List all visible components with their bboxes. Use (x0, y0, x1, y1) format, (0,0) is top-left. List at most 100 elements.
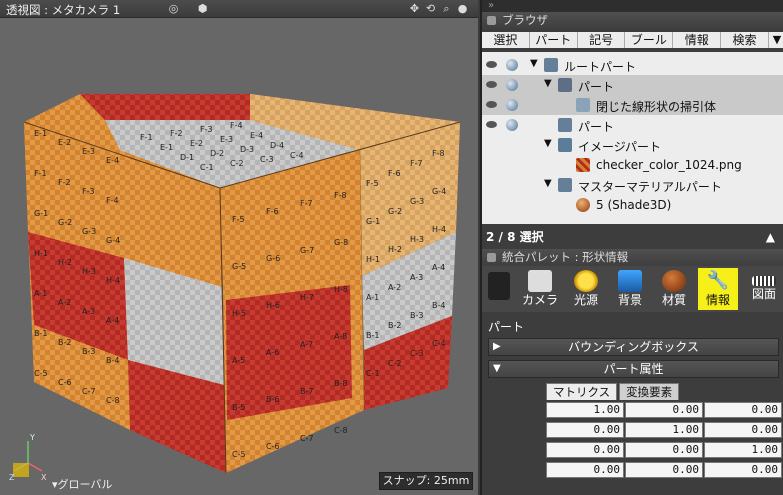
palette-header[interactable]: 統合パレット : 形状情報 (482, 249, 783, 266)
checker-label: G-2 (388, 207, 402, 216)
expand-arrow-icon[interactable]: ▼ (544, 138, 552, 149)
light-label: 光源 (573, 293, 598, 307)
tree-row-material[interactable]: 5 (Shade3D) (482, 195, 783, 215)
tabs-menu-button[interactable]: ▼ (769, 32, 783, 48)
tree-row-image[interactable]: checker_color_1024.png (482, 155, 783, 175)
checker-label: F-5 (366, 179, 379, 188)
tab-info[interactable]: 情報 (673, 32, 722, 48)
bounding-box-section[interactable]: ▶ バウンディングボックス (488, 338, 779, 356)
palette-toolbar: カメラ 光源 背景 材質 🔧 情報 図面 (482, 266, 783, 312)
matrix-cell[interactable]: 0.00 (546, 422, 624, 438)
camera-label: カメラ (521, 293, 558, 307)
sweep-icon (576, 98, 590, 112)
checker-label: A-6 (266, 348, 279, 357)
matrix-cell[interactable]: 0.00 (704, 402, 782, 418)
checker-label: C-5 (232, 450, 246, 459)
checker-label: B-3 (410, 311, 423, 320)
matrix-cell[interactable]: 0.00 (546, 442, 624, 458)
checker-label: B-3 (82, 347, 95, 356)
matrix-cell[interactable]: 1.00 (546, 402, 624, 418)
zoom-icon[interactable]: ⌕ (440, 2, 453, 15)
expand-arrow-icon[interactable]: ▼ (544, 178, 552, 189)
checker-label: G-1 (34, 209, 48, 218)
background-button[interactable]: 背景 (610, 268, 650, 310)
tree-label: 閉じた線形状の掃引体 (596, 100, 717, 114)
background-icon (618, 270, 642, 292)
rotate-icon[interactable]: ⟲ (424, 2, 437, 15)
visibility-icon[interactable] (486, 61, 497, 68)
panel-top-bar: » (482, 0, 783, 12)
visibility-icon[interactable] (486, 81, 497, 88)
matrix-cell[interactable]: 0.00 (704, 462, 782, 478)
camera-button[interactable]: カメラ (520, 268, 560, 310)
info-label: 情報 (705, 293, 730, 307)
move-icon[interactable]: ✥ (408, 2, 421, 15)
matrix-cell[interactable]: 0.00 (625, 402, 703, 418)
checker-label: C-8 (334, 426, 348, 435)
render-toggle-icon[interactable] (506, 79, 518, 91)
checker-label: G-1 (366, 217, 380, 226)
browser-header[interactable]: ブラウザ (482, 12, 783, 29)
viewport-title[interactable]: 透視図 : メタカメラ 1 (6, 2, 120, 18)
tab-select[interactable]: 選択 (482, 32, 530, 48)
perspective-viewport[interactable]: F-5 F-6 F-7 F-8 G-5 G-6 G-7 G-8 H-5 H-6 H-7 H-8 A-5 A… (0, 0, 478, 495)
tree-row-master-material[interactable]: ▼ マスターマテリアルパート (482, 175, 783, 195)
light-button[interactable]: 光源 (566, 268, 606, 310)
checker-label: E-4 (250, 131, 263, 140)
tree-row-part-2[interactable]: パート (482, 115, 783, 135)
tree-row-root[interactable]: ▼ ルートパート (482, 55, 783, 75)
target-icon[interactable]: ◎ (167, 2, 180, 15)
scroll-up-button[interactable]: ▲ (766, 227, 775, 247)
shading-icon[interactable]: ● (456, 2, 469, 15)
matrix-cell[interactable]: 1.00 (704, 442, 782, 458)
tree-label: パート (578, 120, 615, 134)
render-toggle-icon[interactable] (506, 99, 518, 111)
tab-boolean[interactable]: ブール (625, 32, 674, 48)
coordinate-system-menu[interactable]: ▾グローバル (52, 476, 112, 492)
palette-gear-icon[interactable] (487, 253, 496, 262)
render-toggle-icon[interactable] (506, 59, 518, 71)
matrix-cell[interactable]: 0.00 (625, 442, 703, 458)
part-attributes-section[interactable]: ▼ パート属性 (488, 360, 779, 378)
matrix-cell[interactable]: 1.00 (625, 422, 703, 438)
snap-indicator[interactable]: スナップ: 25mm (379, 472, 473, 490)
matrix-cell[interactable]: 0.00 (704, 422, 782, 438)
checker-label: B-1 (34, 329, 47, 338)
browser-gear-icon[interactable] (487, 16, 496, 25)
checker-label: D-3 (240, 145, 254, 154)
tree-label: マスターマテリアルパート (578, 180, 722, 194)
part-icon (544, 58, 558, 72)
checker-label: F-1 (34, 169, 47, 178)
visibility-icon[interactable] (486, 121, 497, 128)
tab-part[interactable]: パート (530, 32, 578, 48)
drawing-button[interactable]: 図面 (744, 268, 783, 310)
checker-label: F-7 (300, 199, 313, 208)
expand-arrow-icon[interactable]: ▼ (530, 58, 538, 69)
shape-info-button[interactable] (484, 268, 514, 310)
checker-label: F-4 (106, 196, 119, 205)
expand-arrow-icon[interactable]: ▼ (544, 78, 552, 89)
tab-symbol[interactable]: 記号 (578, 32, 626, 48)
tab-matrix[interactable]: マトリクス (546, 383, 618, 400)
tree-label: ルートパート (564, 60, 637, 74)
checker-label: B-4 (106, 356, 119, 365)
checker-label: F-8 (334, 191, 347, 200)
tree-row-part[interactable]: ▼ パート (482, 75, 783, 95)
render-toggle-icon[interactable] (506, 119, 518, 131)
checker-label: B-5 (232, 403, 245, 412)
tree-row-sweep[interactable]: 閉じた線形状の掃引体 (482, 95, 783, 115)
tab-transform[interactable]: 変換要素 (619, 383, 680, 400)
checker-label: F-4 (230, 121, 243, 130)
matrix-cell[interactable]: 0.00 (546, 462, 624, 478)
selection-count-text: 2 / 8 選択 (486, 230, 544, 244)
matrix-cell[interactable]: 0.00 (625, 462, 703, 478)
material-button[interactable]: 材質 (654, 268, 694, 310)
bounding-box-title: バウンディングボックス (568, 340, 699, 354)
checker-label: B-1 (366, 331, 379, 340)
tree-row-image-part[interactable]: ▼ イメージパート (482, 135, 783, 155)
visibility-icon[interactable] (486, 101, 497, 108)
tab-search[interactable]: 検索 (721, 32, 769, 48)
info-button[interactable]: 🔧 情報 (698, 268, 738, 310)
cube-view-icon[interactable]: ⬢ (196, 2, 209, 15)
shape-icon (488, 272, 510, 300)
